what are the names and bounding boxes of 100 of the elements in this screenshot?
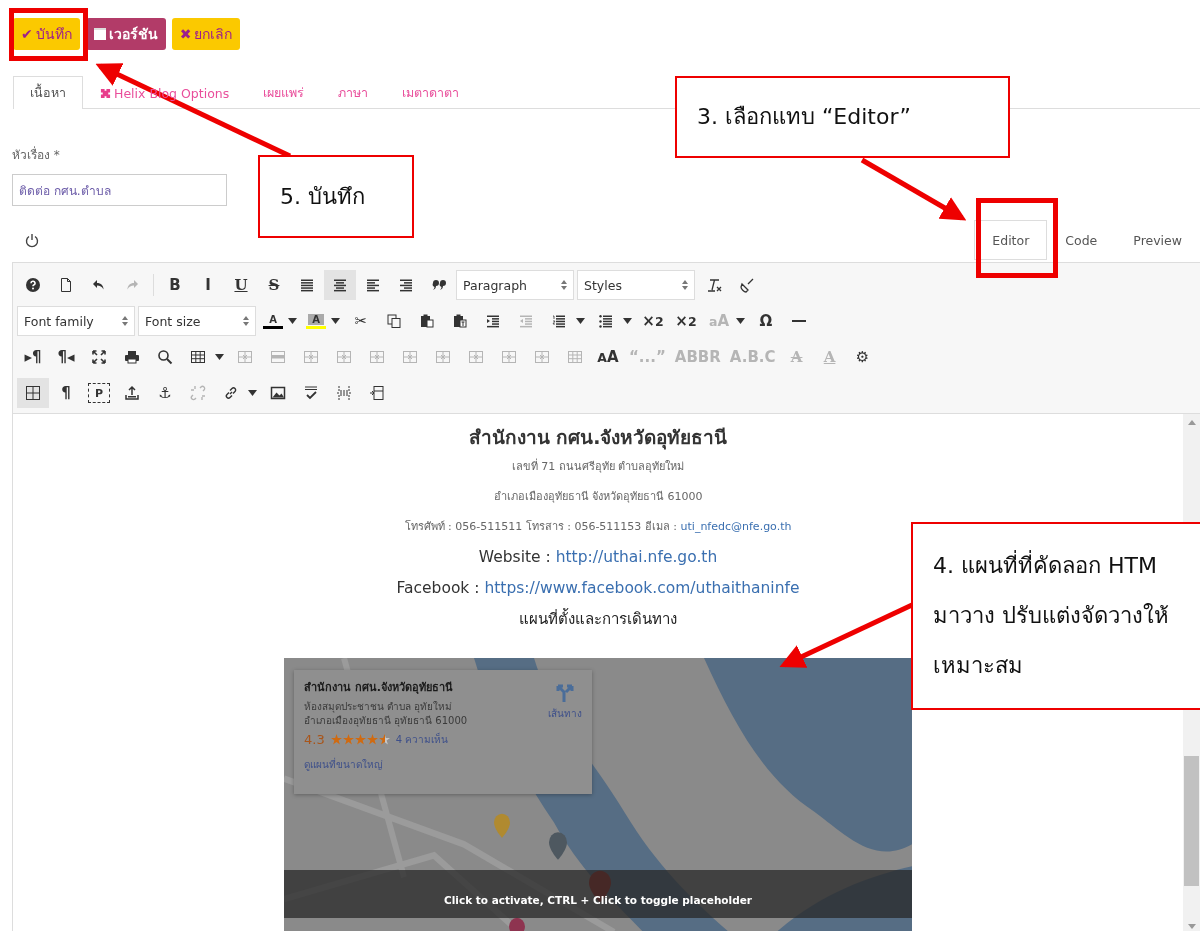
website-link[interactable]: http://uthai.nfe.go.th xyxy=(555,548,718,566)
place-title: สำนักงาน กศน.จังหวัดอุทัยธานี xyxy=(304,680,454,696)
address-line: เลขที่ 71 ถนนศรีอุทัย ตำบลอุทัยใหม่ xyxy=(511,457,685,475)
help-icon xyxy=(25,277,41,293)
table-cell-icon xyxy=(336,349,352,365)
versions-button[interactable]: เวอร์ชัน xyxy=(85,18,166,50)
justify-icon xyxy=(299,277,315,293)
dropdown-select[interactable]: Paragraph xyxy=(456,270,574,300)
toolbar-button[interactable]: ¶ xyxy=(50,378,82,408)
bullet-list-icon xyxy=(598,313,614,329)
table-cell-icon xyxy=(369,349,385,365)
field-label: หัวเรื่อง * xyxy=(12,145,61,164)
place-address: ห้องสมุดประชาชน ตำบล อุทัยใหม่ xyxy=(304,700,454,714)
star-icon xyxy=(366,734,378,745)
table-cell-icon xyxy=(435,349,451,365)
table-row-icon xyxy=(270,349,286,365)
broken-link-icon xyxy=(190,385,206,401)
rating-value: 4.3 xyxy=(304,732,325,747)
table-cell-icon xyxy=(501,349,517,365)
tab[interactable]: เมตาดาตา xyxy=(385,76,477,109)
dropdown-select[interactable]: Styles xyxy=(577,270,695,300)
editor-tab[interactable]: Code xyxy=(1047,220,1116,260)
page-icon xyxy=(58,277,74,293)
table-cell-icon xyxy=(402,349,418,365)
toolbar-button[interactable]: ¶◂ xyxy=(50,342,82,372)
directions-icon xyxy=(556,682,574,702)
text-color-button[interactable]: A xyxy=(259,306,287,336)
quote-icon xyxy=(431,277,447,293)
contact-text: โทรศัพท์ : 056-511511 โทรสาร : 056-511153 อีเมล : xyxy=(404,520,678,533)
star-icon xyxy=(330,734,342,745)
toolbar-button[interactable]: I xyxy=(192,270,224,300)
copy-icon xyxy=(386,313,402,329)
editor-tab[interactable]: Editor xyxy=(974,220,1048,260)
insert-icon xyxy=(124,385,140,401)
caret-icon[interactable] xyxy=(331,318,340,324)
toolbar-button[interactable]: B xyxy=(159,270,191,300)
caret-icon[interactable] xyxy=(288,318,297,324)
placeholder-bar[interactable]: Click to activate, CTRL + Click to toggle placeholder xyxy=(284,870,912,918)
toolbar-button[interactable] xyxy=(17,378,49,408)
website-label: Website : xyxy=(478,548,551,566)
sort-arrows-icon xyxy=(243,316,249,326)
toolbar-button[interactable]: ✂ xyxy=(345,306,377,336)
align-left-icon xyxy=(365,277,381,293)
toolbar-button[interactable]: U xyxy=(225,270,257,300)
cancel-button[interactable]: ✖ ยกเลิก xyxy=(171,18,241,50)
toolbar-button[interactable]: ⚙ xyxy=(846,342,879,372)
facebook-label: Facebook : xyxy=(396,579,480,597)
tab[interactable]: เนื้อหา xyxy=(13,76,83,109)
tab[interactable]: ภาษา xyxy=(321,76,386,109)
toolbar-button[interactable] xyxy=(324,270,356,300)
grid-icon xyxy=(25,385,41,401)
power-icon[interactable] xyxy=(25,232,39,248)
scrollbar-thumb[interactable] xyxy=(1184,755,1199,886)
table-cell-icon xyxy=(468,349,484,365)
page-break-icon xyxy=(336,385,352,401)
outdent-icon xyxy=(518,313,534,329)
address-line: อำเภอเมืองอุทัยธานี จังหวัดอุทัยธานี 61000 xyxy=(493,489,703,505)
caret-icon[interactable] xyxy=(736,318,745,324)
toolbar-button[interactable]: S xyxy=(258,270,290,300)
clear-formatting-icon xyxy=(706,277,722,293)
star-icon xyxy=(378,734,390,745)
callout-text: 4. แผนที่ที่คัดลอก HTM xyxy=(933,541,1200,591)
search-icon xyxy=(157,349,173,365)
table-icon xyxy=(567,349,583,365)
table-icon xyxy=(190,349,206,365)
map-heading: แผนที่ตั้งและการเดินทาง xyxy=(519,607,677,630)
text-color-button[interactable]: A xyxy=(302,306,330,336)
image-icon xyxy=(270,385,286,401)
dropdown-select[interactable]: Font size xyxy=(138,306,256,336)
title-input[interactable]: ติดต่อ กศน.ตำบล xyxy=(12,174,227,206)
toolbar-button[interactable]: Ω xyxy=(750,306,782,336)
caret-icon[interactable] xyxy=(215,354,224,360)
printer-icon xyxy=(124,349,140,365)
caret-icon[interactable] xyxy=(248,390,257,396)
table-cell-icon xyxy=(237,349,253,365)
star-icon xyxy=(342,734,354,745)
email-link[interactable]: uti_nfedc@nfe.go.th xyxy=(680,520,792,533)
save-button[interactable]: ✔ บันทึก xyxy=(13,18,80,50)
table-cell-icon xyxy=(534,349,550,365)
sort-arrows-icon xyxy=(561,280,567,290)
toolbar-button[interactable]: P xyxy=(83,378,115,408)
template-icon xyxy=(369,385,385,401)
scroll-up-icon xyxy=(1187,420,1196,425)
caret-icon[interactable] xyxy=(576,318,585,324)
table-cell-icon xyxy=(303,349,319,365)
tab[interactable]: เผยแพร่ xyxy=(246,76,322,109)
toolbar-button[interactable]: ⚓ xyxy=(149,378,181,408)
brush-icon xyxy=(739,277,755,293)
toolbar-button[interactable]: ▸¶ xyxy=(17,342,49,372)
editor-tab[interactable]: Preview xyxy=(1115,220,1200,260)
sort-arrows-icon xyxy=(122,316,128,326)
facebook-link[interactable]: https://www.facebook.com/uthaithaninfe xyxy=(484,579,800,597)
dropdown-select[interactable]: Font family xyxy=(17,306,135,336)
align-right-icon xyxy=(398,277,414,293)
callout-text: มาวาง ปรับแต่งจัดวางให้ xyxy=(933,602,1170,630)
caret-icon[interactable] xyxy=(623,318,632,324)
numbered-list-icon xyxy=(551,313,567,329)
spellcheck-icon xyxy=(303,385,319,401)
align-center-icon xyxy=(332,277,348,293)
callout-text: 3. เลือกแทบ “Editor” xyxy=(697,103,912,131)
